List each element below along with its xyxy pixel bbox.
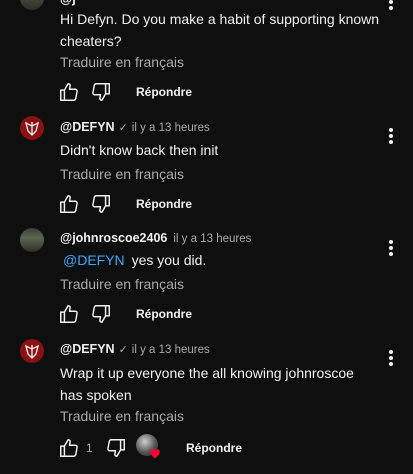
timestamp[interactable]: il y a 13 heures [132, 344, 210, 356]
more-vert-icon[interactable] [384, 238, 398, 258]
author-name[interactable]: @johnroscoe2406 [60, 231, 167, 245]
comment-header: @johnroscoe2406 il y a 13 heures [60, 231, 251, 245]
comment-text: Hi Defyn. Do you make a habit of support… [60, 11, 380, 49]
avatar[interactable] [20, 339, 44, 363]
thumbs-down-icon[interactable] [90, 303, 112, 325]
avatar[interactable] [20, 228, 44, 252]
comment-body: yes you did. [131, 252, 207, 268]
thumbs-down-icon[interactable] [90, 193, 112, 215]
timestamp[interactable]: il y a 13 heures [132, 122, 210, 134]
translate-link[interactable]: Traduire en français [60, 54, 184, 70]
reply-button[interactable]: Répondre [136, 85, 192, 99]
thumbs-up-icon[interactable] [58, 193, 80, 215]
thumbs-down-icon[interactable] [90, 81, 112, 103]
mention-link[interactable]: @DEFYN [63, 252, 125, 268]
thumbs-up-icon[interactable] [58, 303, 80, 325]
more-vert-icon[interactable] [384, 348, 398, 368]
verified-icon: ✓ [118, 122, 128, 134]
comment-actions [58, 193, 112, 215]
thumbs-up-icon[interactable] [58, 81, 80, 103]
creator-heart [136, 434, 162, 460]
heart-icon [150, 449, 160, 459]
reply-button[interactable]: Répondre [136, 307, 192, 321]
thumbs-up-icon[interactable] [58, 437, 80, 459]
author-name[interactable]: @DEFYN [60, 342, 115, 356]
translate-link[interactable]: Traduire en français [60, 408, 184, 424]
thumbs-down-icon[interactable] [105, 437, 127, 459]
comment-text: Didn't know back then init [60, 142, 219, 158]
reply-button[interactable]: Répondre [186, 441, 242, 455]
comment-text: @DEFYN yes you did. [60, 249, 380, 271]
more-vert-icon[interactable] [384, 0, 398, 12]
more-vert-icon[interactable] [384, 126, 398, 146]
comment-actions [58, 303, 112, 325]
comment-actions [58, 81, 112, 103]
reply-button[interactable]: Répondre [136, 197, 192, 211]
author-name[interactable]: @DEFYN [60, 120, 115, 134]
verified-icon: ✓ [118, 344, 128, 356]
avatar[interactable] [20, 116, 44, 140]
timestamp[interactable]: il y a 13 heures [173, 233, 251, 245]
translate-link[interactable]: Traduire en français [60, 166, 184, 182]
comment-actions: 1 [58, 437, 127, 459]
comment-author-partial[interactable]: @j [60, 0, 76, 6]
comment-text: Wrap it up everyone the all knowing john… [60, 365, 354, 403]
comment-header: @DEFYN ✓ il y a 13 heures [60, 120, 210, 134]
translate-link[interactable]: Traduire en français [60, 276, 184, 292]
author-name[interactable]: @j [60, 0, 76, 6]
comment-header: @DEFYN ✓ il y a 13 heures [60, 342, 210, 356]
avatar[interactable] [20, 0, 44, 10]
like-count: 1 [86, 441, 93, 455]
